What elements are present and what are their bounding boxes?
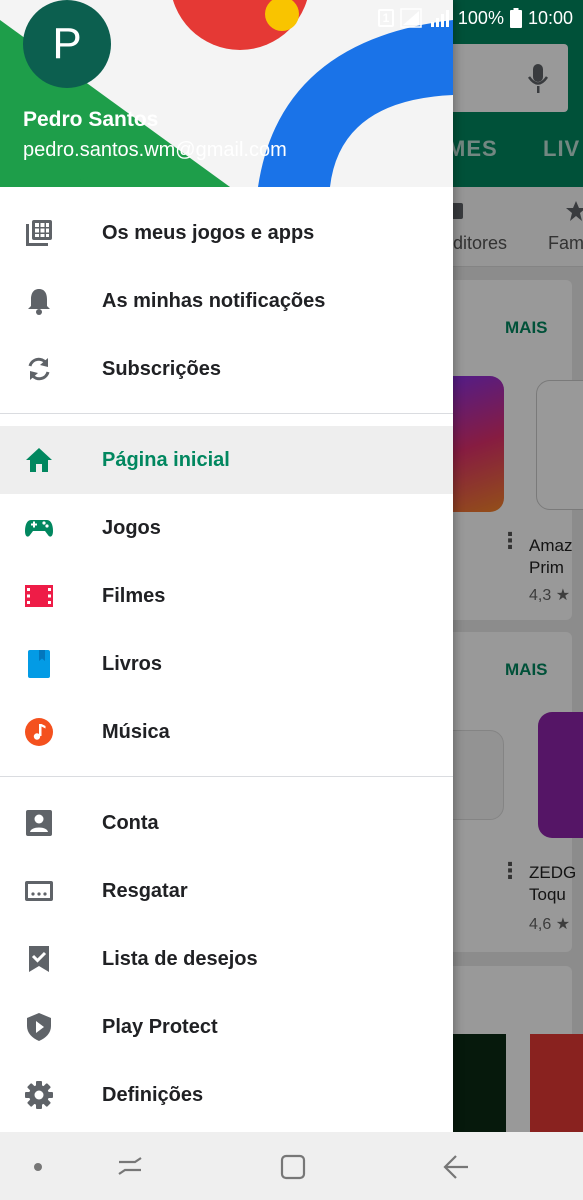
menu-item-home[interactable]: Página inicial [0,426,453,494]
account-name: Pedro Santos [23,108,159,131]
menu-item-play-protect[interactable]: Play Protect [0,993,453,1061]
menu-label: Play Protect [102,1015,218,1038]
bell-icon [24,286,54,316]
menu-label: As minhas notificações [102,289,326,312]
battery-icon [509,8,522,28]
menu-item-redeem[interactable]: Resgatar [0,857,453,925]
system-navigation-bar [0,1132,583,1200]
back-icon[interactable] [440,1152,470,1182]
menu-item-notifications[interactable]: As minhas notificações [0,267,453,335]
menu-item-subscriptions[interactable]: Subscrições [0,335,453,403]
book-icon [24,649,54,679]
account-icon [24,808,54,838]
menu-label: Filmes [102,584,166,607]
menu-item-wishlist[interactable]: Lista de desejos [0,925,453,993]
menu-item-account[interactable]: Conta [0,789,453,857]
menu-item-games[interactable]: Jogos [0,494,453,562]
battery-percent: 100% [457,7,504,28]
menu-label: Definições [102,1083,204,1106]
menu-label: Página inicial [102,448,230,471]
menu-item-my-apps[interactable]: Os meus jogos e apps [0,199,453,267]
redeem-icon [24,876,54,906]
menu-label: Música [102,720,170,743]
apps-grid-icon [24,218,54,248]
menu-label: Lista de desejos [102,947,258,970]
sim-slot-badge: 1 [377,9,394,27]
navigation-drawer: P Pedro Santos pedro.santos.wm@gmail.com… [0,0,453,1132]
home-icon [24,445,54,475]
divider [0,413,453,414]
signal-icon [400,8,422,28]
menu-label: Resgatar [102,879,188,902]
menu-label: Livros [102,652,163,675]
signal-2-icon [430,10,449,27]
refresh-icon [24,354,54,384]
menu-item-settings[interactable]: Definições [0,1061,453,1129]
dot-icon[interactable] [23,1152,53,1182]
menu-label: Jogos [102,516,161,539]
home-button-icon[interactable] [278,1152,308,1182]
menu-item-movies[interactable]: Filmes [0,562,453,630]
gamepad-icon [24,513,54,543]
menu-label: Conta [102,811,159,834]
gear-icon [24,1080,54,1110]
status-icons: 1 100% 10:00 [377,6,573,30]
menu-item-books[interactable]: Livros [0,630,453,698]
wishlist-icon [24,944,54,974]
clock: 10:00 [527,7,573,28]
recent-apps-icon[interactable] [115,1152,145,1182]
menu-label: Os meus jogos e apps [102,221,315,244]
music-icon [24,717,54,747]
account-email[interactable]: pedro.santos.wm@gmail.com [23,139,287,162]
menu-label: Subscrições [102,357,221,380]
menu-item-music[interactable]: Música [0,698,453,766]
divider [0,776,453,777]
status-bar: 1 100% 10:00 [0,0,583,34]
film-icon [24,581,54,611]
shield-icon [24,1012,54,1042]
